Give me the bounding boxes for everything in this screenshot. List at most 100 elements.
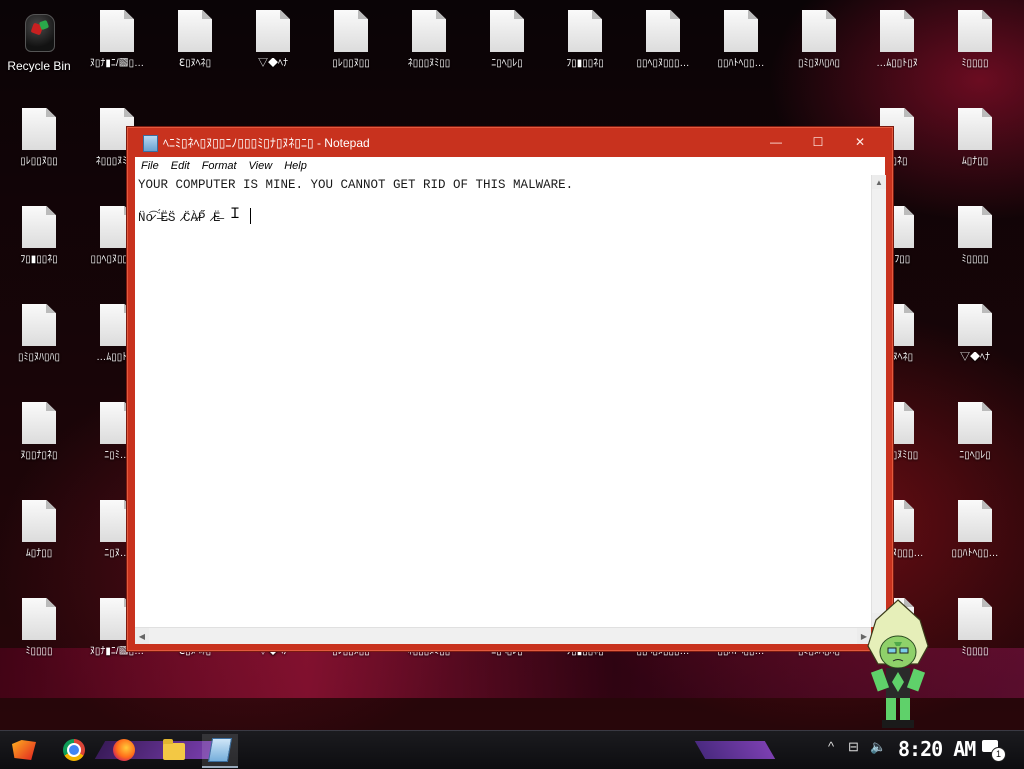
scroll-up-arrow-icon[interactable]: ▲ [872,175,886,189]
desktop-file-label: ﾌ▯▮▯▯ﾈ▯ [566,58,604,69]
menu-format[interactable]: Format [196,160,243,172]
menu-file[interactable]: File [135,160,165,172]
desktop-file-icon[interactable]: ▽◆ﾍﾅ [234,4,312,98]
desktop-file-label: …ﾑ▯▯ﾄ▯ﾇ [876,58,918,69]
desktop-file-icon[interactable]: ﾑ▯ﾅ▯▯ [0,494,78,588]
document-icon [256,10,290,52]
text-editor[interactable]: YOUR COMPUTER IS MINE. YOU CANNOT GET RI… [135,175,871,627]
desktop-file-label: ﾑ▯ﾅ▯▯ [961,156,989,167]
vertical-scrollbar[interactable]: ▲ ▼ [871,175,886,627]
horizontal-scrollbar[interactable]: ◀ ▶ [135,627,871,644]
taskbar-decoration-right [694,741,776,759]
notepad-window[interactable]: ﾍﾆﾐ▯ﾈﾍ▯ﾇ▯▯ﾆﾉ▯▯▯ﾐ▯ﾅ▯ﾇﾈ▯ﾆ▯ - Notepad — ☐ ✕… [126,126,894,652]
desktop-file-label: ﾇ▯ﾅ▮ﾆ/▩▯… [89,58,145,69]
minimize-button[interactable]: — [757,131,795,153]
desktop-file-icon[interactable]: ﾆ▯ﾍ▯ﾚ▯ [468,4,546,98]
desktop-file-label: ▯ﾚ▯▯ﾇ▯▯ [332,58,370,69]
menu-view[interactable]: View [243,160,279,172]
document-icon [22,206,56,248]
document-icon [958,500,992,542]
taskbar-firefox[interactable] [106,734,142,766]
document-icon [568,10,602,52]
close-button[interactable]: ✕ [841,131,879,153]
tray-overflow-icon[interactable]: ^ [828,739,834,754]
desktop-file-label: ▯ﾚ▯▯ﾇ▯▯ [20,156,58,167]
scroll-left-arrow-icon[interactable]: ◀ [135,628,149,644]
desktop-file-icon[interactable]: ▯▯ﾊﾄﾍ▯▯… [702,4,780,98]
notepad-taskbar-icon [207,738,233,762]
desktop-file-icon[interactable]: ▯ﾐ▯ﾇﾊ▯ﾊ▯ [0,298,78,392]
desktop-file-icon[interactable]: …ﾑ▯▯ﾄ▯ﾇ [858,4,936,98]
document-icon [646,10,680,52]
document-icon [958,206,992,248]
desktop-file-icon[interactable]: ﾑ▯ﾅ▯▯ [936,102,1014,196]
desktop-file-icon[interactable]: ﾌ▯▮▯▯ﾈ▯ [0,200,78,294]
desktop-file-label: ▯ﾐ▯ﾇﾊ▯ﾊ▯ [17,352,60,363]
title-bar[interactable]: ﾍﾆﾐ▯ﾈﾍ▯ﾇ▯▯ﾆﾉ▯▯▯ﾐ▯ﾅ▯ﾇﾈ▯ﾆ▯ - Notepad — ☐ ✕ [127,127,893,157]
menu-help[interactable]: Help [278,160,313,172]
taskbar-chrome[interactable] [56,734,92,766]
taskbar: ^ ⊟ 🔈 8:20 AM 1 [0,730,1024,769]
desktop-file-icon[interactable]: ﾇ▯ﾅ▮ﾆ/▩▯… [78,4,156,98]
desktop-file-icon[interactable]: ℇ▯ﾇﾍﾈ▯ [156,4,234,98]
menu-edit[interactable]: Edit [165,160,196,172]
editor-line-2: N̈o̷͡ ̶̈́Ë̵S̈ ̷C̈À̷P̋ ̷Ë̶ [138,211,221,225]
notification-count-badge: 1 [991,747,1006,762]
recycle-bin-label: Recycle Bin [7,60,71,72]
desktop-file-label: ▯▯ﾍ▯ﾇ▯▯▯… [636,58,690,69]
taskbar-clock[interactable]: 8:20 AM [898,737,976,761]
desktop-file-icon[interactable]: ﾐ▯▯▯▯ [0,592,78,686]
desktop-file-label: ﾐ▯▯▯▯ [961,254,989,265]
document-icon [880,10,914,52]
start-logo-icon [12,740,36,760]
desktop-file-icon[interactable]: ﾐ▯▯▯▯ [936,4,1014,98]
document-icon [178,10,212,52]
desktop-file-icon[interactable]: ﾇ▯▯ﾅ▯ﾈ▯ [0,396,78,490]
editor-line-1: YOUR COMPUTER IS MINE. YOU CANNOT GET RI… [138,178,574,192]
notification-center-button[interactable]: 1 [982,738,1006,762]
desktop-file-icon[interactable]: ﾌ▯▮▯▯ﾈ▯ [546,4,624,98]
network-icon[interactable]: ⊟ [848,739,859,755]
document-icon [724,10,758,52]
desktop-file-label: ﾌ▯▮▯▯ﾈ▯ [20,254,58,265]
desktop-file-icon[interactable]: ▯ﾚ▯▯ﾇ▯▯ [0,102,78,196]
desktop-file-icon[interactable]: ▯▯ﾍ▯ﾇ▯▯▯… [624,4,702,98]
desktop-file-label: ﾐ▯▯▯▯ [961,646,989,657]
ibeam-cursor-icon: Ｉ [228,207,242,223]
document-icon [958,108,992,150]
document-icon [100,10,134,52]
menu-bar: File Edit Format View Help [135,157,885,176]
document-icon [22,598,56,640]
document-icon [334,10,368,52]
document-icon [958,402,992,444]
taskbar-file-explorer[interactable] [156,734,192,766]
notepad-icon [143,135,158,152]
desktop-file-icon[interactable]: ﾐ▯▯▯▯ [936,592,1014,686]
desktop-file-icon[interactable]: ▯ﾐ▯ﾇﾊ▯ﾊ▯ [780,4,858,98]
recycle-bin-icon[interactable]: Recycle Bin [0,4,78,98]
recycle-bin-image [21,10,57,54]
taskbar-notepad[interactable] [202,734,238,768]
document-icon [958,10,992,52]
document-icon [958,598,992,640]
desktop-file-icon[interactable]: ▯▯ﾊﾄﾍ▯▯… [936,494,1014,588]
desktop-file-icon[interactable]: ﾆ▯ﾍ▯ﾚ▯ [936,396,1014,490]
desktop-file-label: ▯▯ﾊﾄﾍ▯▯… [951,548,999,559]
document-icon [22,108,56,150]
document-icon [490,10,524,52]
start-button[interactable] [8,734,40,766]
desktop-file-label: ▯▯ﾊﾄﾍ▯▯… [717,58,765,69]
document-icon [22,304,56,346]
desktop-file-label: ﾆ▯ﾍ▯ﾚ▯ [491,58,523,69]
desktop-file-icon[interactable]: ﾈ▯▯▯ﾇﾐ▯▯ [390,4,468,98]
document-icon [802,10,836,52]
desktop-file-icon[interactable]: ﾐ▯▯▯▯ [936,200,1014,294]
character-sticker [867,599,929,728]
firefox-icon [113,739,135,761]
desktop-file-icon[interactable]: ▽◆ﾍﾅ [936,298,1014,392]
desktop-file-label: ﾐ▯▯▯▯ [25,646,53,657]
desktop-file-label: ﾆ▯ﾍ▯ﾚ▯ [959,450,991,461]
volume-icon[interactable]: 🔈 [870,739,886,755]
maximize-button[interactable]: ☐ [799,131,837,153]
desktop-file-icon[interactable]: ▯ﾚ▯▯ﾇ▯▯ [312,4,390,98]
